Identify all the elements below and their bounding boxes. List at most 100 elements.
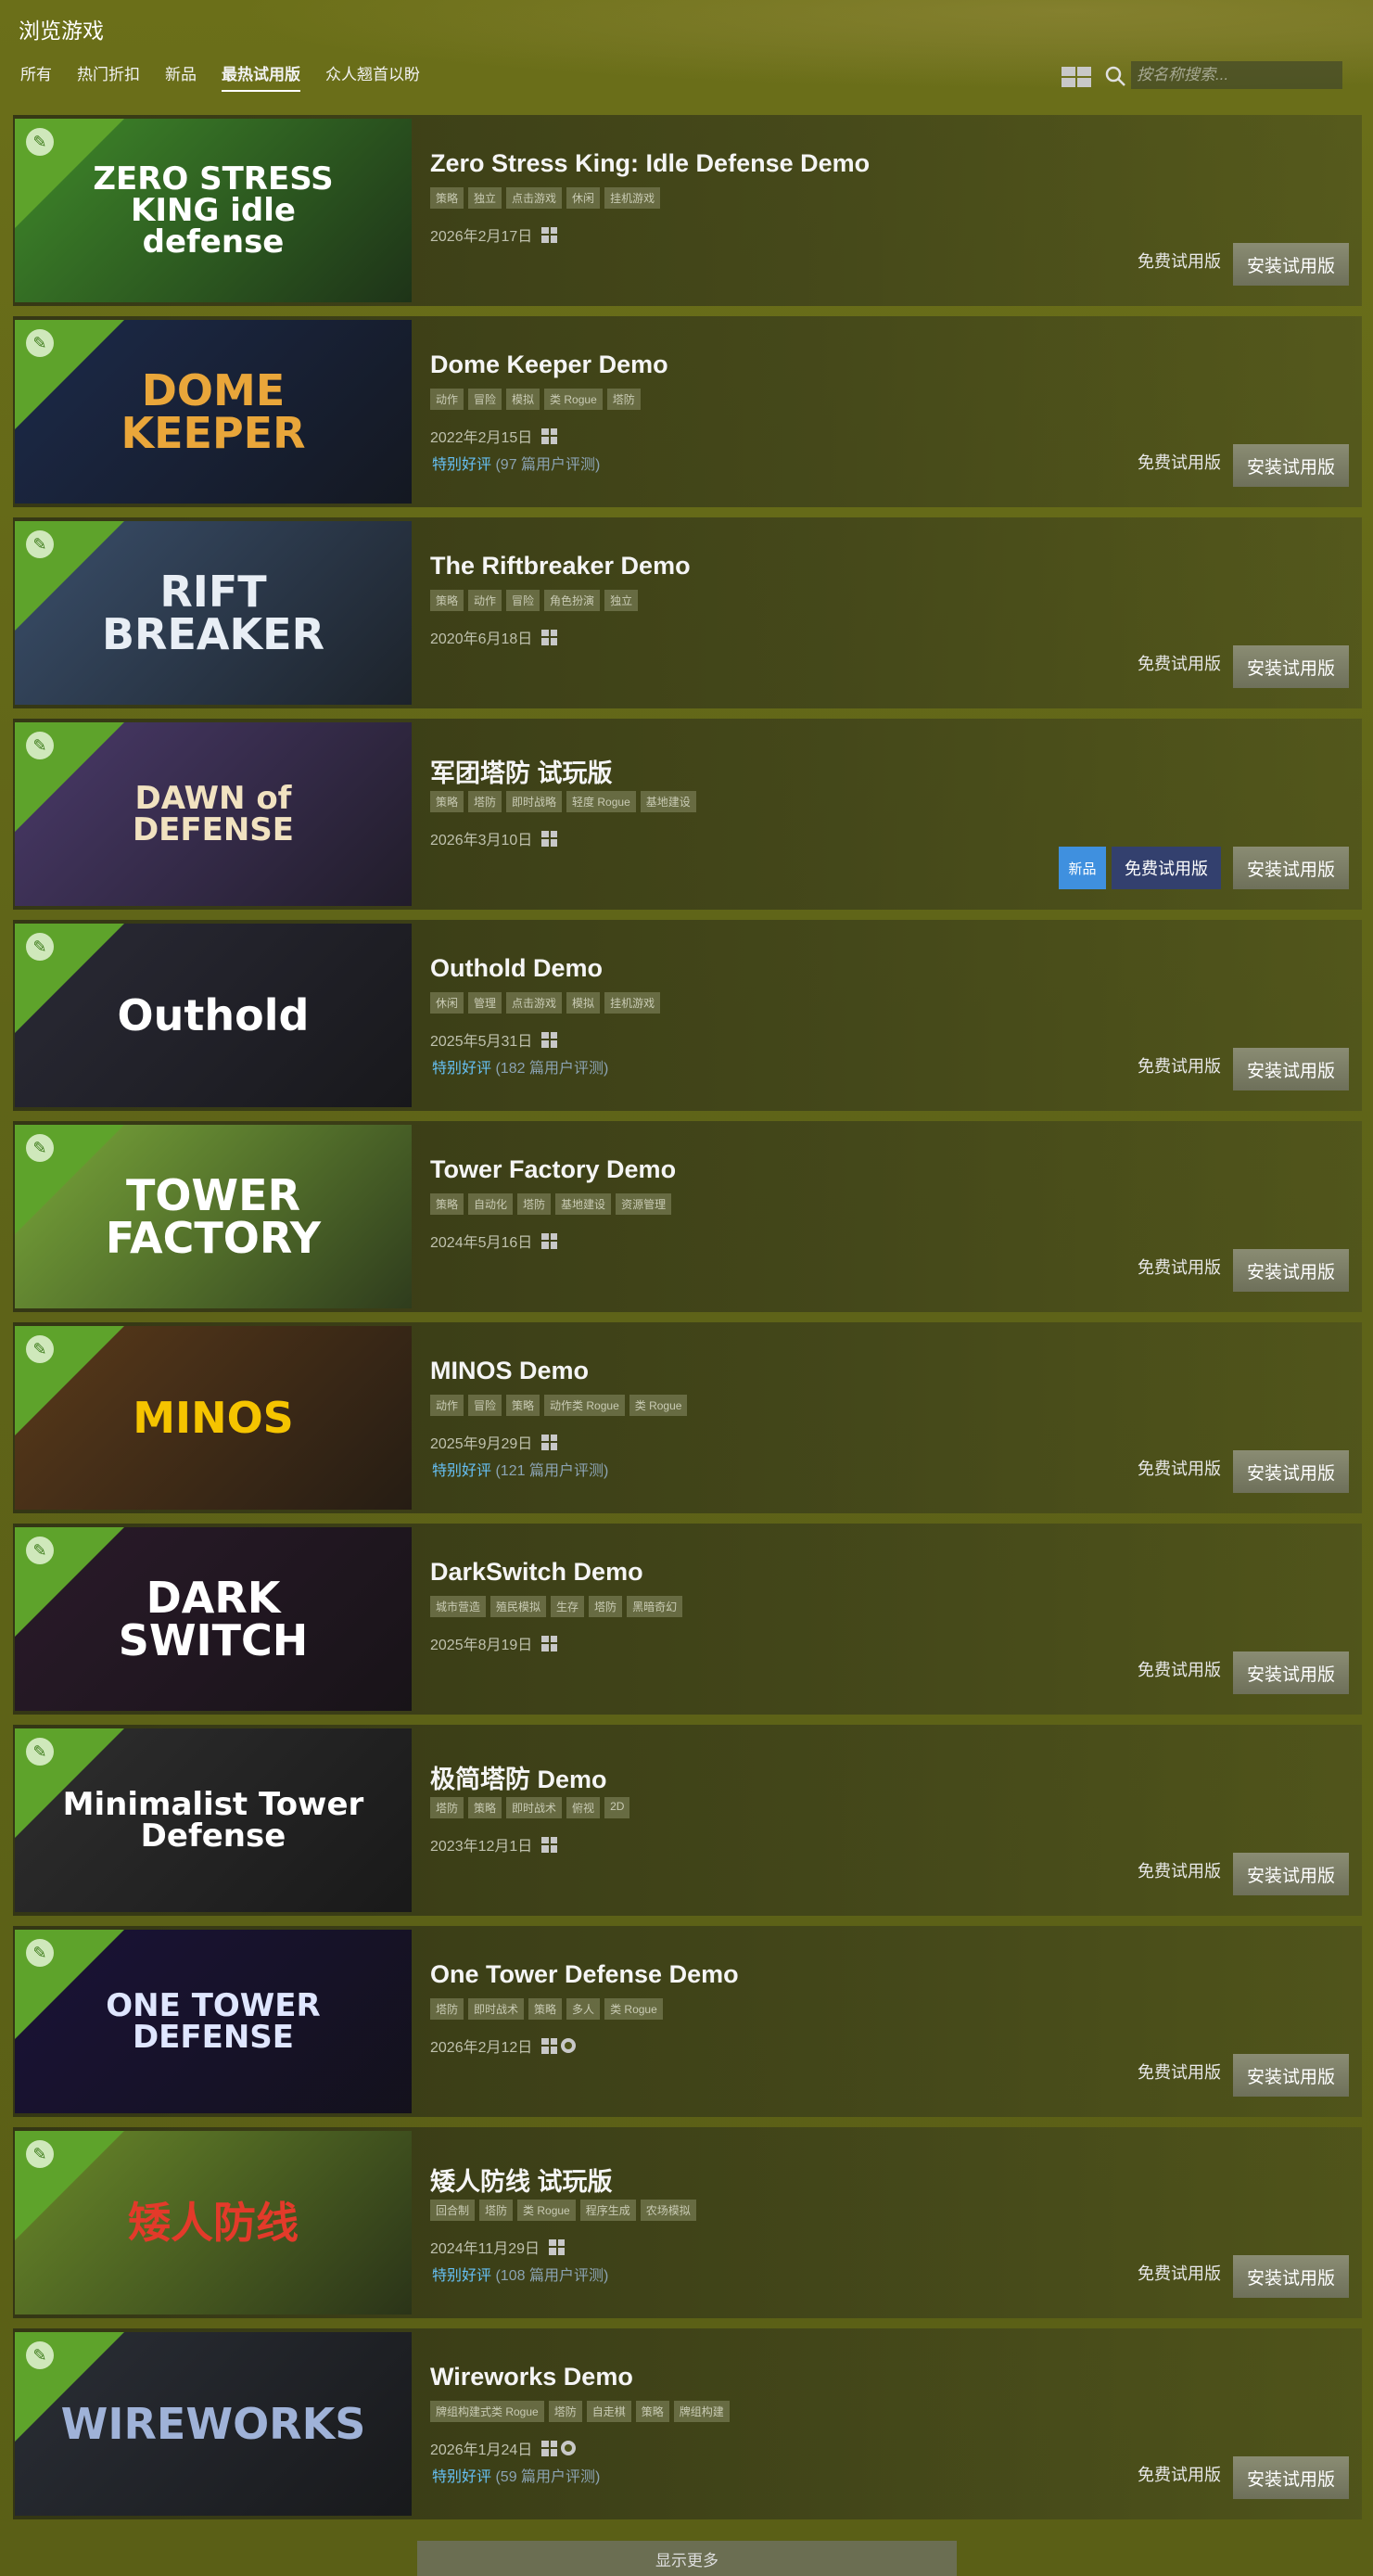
install-demo-button[interactable]: 安装试用版 [1233, 1853, 1349, 1895]
game-tag[interactable]: 殖民模拟 [490, 1596, 547, 1617]
game-tag[interactable]: 点击游戏 [506, 992, 563, 1014]
game-tag[interactable]: 俯视 [566, 1797, 601, 1818]
review-summary[interactable]: 特别好评 (182 篇用户评测) [432, 1055, 608, 1078]
game-tag[interactable]: 塔防 [517, 1193, 552, 1215]
game-tag[interactable]: 冒险 [468, 389, 502, 410]
game-tag[interactable]: 模拟 [566, 992, 601, 1014]
game-row[interactable]: ✎ Outhold Outhold Demo 休闲 管理 点击游戏 模拟 挂机游戏 2025年5… [13, 920, 1362, 1111]
tab-1[interactable]: 热门折扣 [77, 61, 140, 92]
game-tag[interactable]: 策略 [430, 187, 464, 209]
game-title[interactable]: Dome Keeper Demo [430, 351, 668, 379]
game-tag[interactable]: 点击游戏 [506, 187, 563, 209]
install-demo-button[interactable]: 安装试用版 [1233, 243, 1349, 286]
tab-2[interactable]: 新品 [165, 61, 197, 92]
game-tag[interactable]: 自走棋 [586, 2401, 631, 2422]
install-demo-button[interactable]: 安装试用版 [1233, 2456, 1349, 2499]
install-demo-button[interactable]: 安装试用版 [1233, 444, 1349, 487]
game-tag[interactable]: 策略 [430, 1193, 464, 1215]
review-summary[interactable]: 特别好评 (97 篇用户评测) [432, 452, 600, 474]
game-row[interactable]: ✎ Minimalist Tower Defense 极简塔防 Demo 塔防 策略 即时… [13, 1725, 1362, 1916]
game-tag[interactable]: 基地建设 [555, 1193, 612, 1215]
game-capsule-image[interactable]: ✎ RIFT BREAKER [15, 521, 412, 705]
game-title[interactable]: 极简塔防 Demo [430, 1759, 607, 1795]
game-tag[interactable]: 角色扮演 [544, 590, 601, 611]
game-row[interactable]: ✎ DAWN of DEFENSE 军团塔防 试玩版 策略 塔防 即时战略 轻度 Rogue… [13, 719, 1362, 910]
game-row[interactable]: ✎ DARK SWITCH DarkSwitch Demo 城市营造 殖民模拟 生存 塔防黑… [13, 1524, 1362, 1715]
game-tag[interactable]: 2D [604, 1797, 630, 1818]
game-tag[interactable]: 休闲 [430, 992, 464, 1014]
game-tag[interactable]: 动作类 Rogue [544, 1395, 625, 1416]
game-tag[interactable]: 黑暗奇幻 [627, 1596, 683, 1617]
game-tag[interactable]: 类 Rogue [629, 1395, 688, 1416]
game-tag[interactable]: 策略 [528, 1998, 563, 2020]
install-demo-button[interactable]: 安装试用版 [1233, 1651, 1349, 1694]
install-demo-button[interactable]: 安装试用版 [1233, 2255, 1349, 2298]
game-row[interactable]: ✎ RIFT BREAKER The Riftbreaker Demo 策略 动作 冒险角… [13, 517, 1362, 708]
game-tag[interactable]: 资源管理 [616, 1193, 672, 1215]
game-tag[interactable]: 类 Rogue [604, 1998, 663, 2020]
game-capsule-image[interactable]: ✎ 矮人防线 [15, 2131, 412, 2315]
game-tag[interactable]: 休闲 [566, 187, 601, 209]
game-tag[interactable]: 程序生成 [579, 2200, 636, 2221]
game-tag[interactable]: 塔防 [430, 1998, 464, 2020]
install-demo-button[interactable]: 安装试用版 [1233, 1048, 1349, 1090]
game-tag[interactable]: 动作 [430, 1395, 464, 1416]
game-capsule-image[interactable]: ✎ DARK SWITCH [15, 1527, 412, 1711]
game-tag[interactable]: 即时战术 [506, 1797, 563, 1818]
game-tag[interactable]: 即时战略 [506, 791, 563, 812]
install-demo-button[interactable]: 安装试用版 [1233, 1249, 1349, 1292]
game-capsule-image[interactable]: ✎ DOME KEEPER [15, 320, 412, 504]
game-tag[interactable]: 塔防 [606, 389, 641, 410]
game-capsule-image[interactable]: ✎ Minimalist Tower Defense [15, 1728, 412, 1912]
game-tag[interactable]: 冒险 [506, 590, 540, 611]
game-tag[interactable]: 塔防 [479, 2200, 514, 2221]
game-capsule-image[interactable]: ✎ WIREWORKS [15, 2332, 412, 2516]
install-demo-button[interactable]: 安装试用版 [1233, 847, 1349, 889]
game-row[interactable]: ✎ WIREWORKS Wireworks Demo 牌组构建式类 Rogue 塔防 自走… [13, 2328, 1362, 2519]
game-tag[interactable]: 塔防 [468, 791, 502, 812]
game-tag[interactable]: 策略 [430, 791, 464, 812]
game-capsule-image[interactable]: ✎ TOWER FACTORY [15, 1125, 412, 1308]
review-summary[interactable]: 特别好评 (59 篇用户评测) [432, 2464, 600, 2486]
game-tag[interactable]: 基地建设 [640, 791, 696, 812]
game-tag[interactable]: 生存 [551, 1596, 585, 1617]
game-tag[interactable]: 类 Rogue [517, 2200, 576, 2221]
install-demo-button[interactable]: 安装试用版 [1233, 2054, 1349, 2097]
game-tag[interactable]: 动作 [468, 590, 502, 611]
game-tag[interactable]: 策略 [506, 1395, 540, 1416]
game-tag[interactable]: 塔防 [430, 1797, 464, 1818]
game-tag[interactable]: 塔防 [548, 2401, 582, 2422]
game-title[interactable]: 矮人防线 试玩版 [430, 2162, 613, 2198]
game-capsule-image[interactable]: ✎ DAWN of DEFENSE [15, 722, 412, 906]
review-summary[interactable]: 特别好评 (108 篇用户评测) [432, 2263, 608, 2285]
game-row[interactable]: ✎ ZERO STRESS KING idle defense Zero Stres… [13, 115, 1362, 306]
game-capsule-image[interactable]: ✎ ZERO STRESS KING idle defense [15, 119, 412, 302]
game-tag[interactable]: 独立 [468, 187, 502, 209]
game-tag[interactable]: 挂机游戏 [604, 992, 661, 1014]
game-title[interactable]: DarkSwitch Demo [430, 1558, 643, 1587]
game-title[interactable]: Wireworks Demo [430, 2363, 633, 2391]
game-tag[interactable]: 轻度 Rogue [566, 791, 636, 812]
tab-4[interactable]: 众人翘首以盼 [325, 61, 420, 92]
game-row[interactable]: ✎ 矮人防线 矮人防线 试玩版 回合制 塔防类 Rogue 程序生成 农场模拟 2024年11… [13, 2127, 1362, 2318]
game-title[interactable]: Outhold Demo [430, 954, 603, 983]
tab-0[interactable]: 所有 [20, 61, 52, 92]
game-title[interactable]: Tower Factory Demo [430, 1155, 676, 1184]
game-tag[interactable]: 牌组构建式类 Rogue [430, 2401, 544, 2422]
install-demo-button[interactable]: 安装试用版 [1233, 1450, 1349, 1493]
review-summary[interactable]: 特别好评 (121 篇用户评测) [432, 1458, 608, 1480]
game-tag[interactable]: 回合制 [430, 2200, 476, 2221]
game-capsule-image[interactable]: ✎ Outhold [15, 924, 412, 1107]
game-row[interactable]: ✎ TOWER FACTORY Tower Factory Demo 策略 自动化 塔防基… [13, 1121, 1362, 1312]
game-tag[interactable]: 冒险 [468, 1395, 502, 1416]
game-title[interactable]: The Riftbreaker Demo [430, 552, 691, 580]
search-input[interactable] [1131, 61, 1342, 89]
game-tag[interactable]: 策略 [430, 590, 464, 611]
game-tag[interactable]: 农场模拟 [640, 2200, 696, 2221]
game-title[interactable]: 军团塔防 试玩版 [430, 753, 613, 789]
install-demo-button[interactable]: 安装试用版 [1233, 645, 1349, 688]
game-tag[interactable]: 独立 [604, 590, 639, 611]
show-more-button[interactable]: 显示更多 [417, 2541, 957, 2576]
game-row[interactable]: ✎ DOME KEEPER Dome Keeper Demo 动作 冒险 模拟类 Rogu… [13, 316, 1362, 507]
game-tag[interactable]: 城市营造 [430, 1596, 487, 1617]
